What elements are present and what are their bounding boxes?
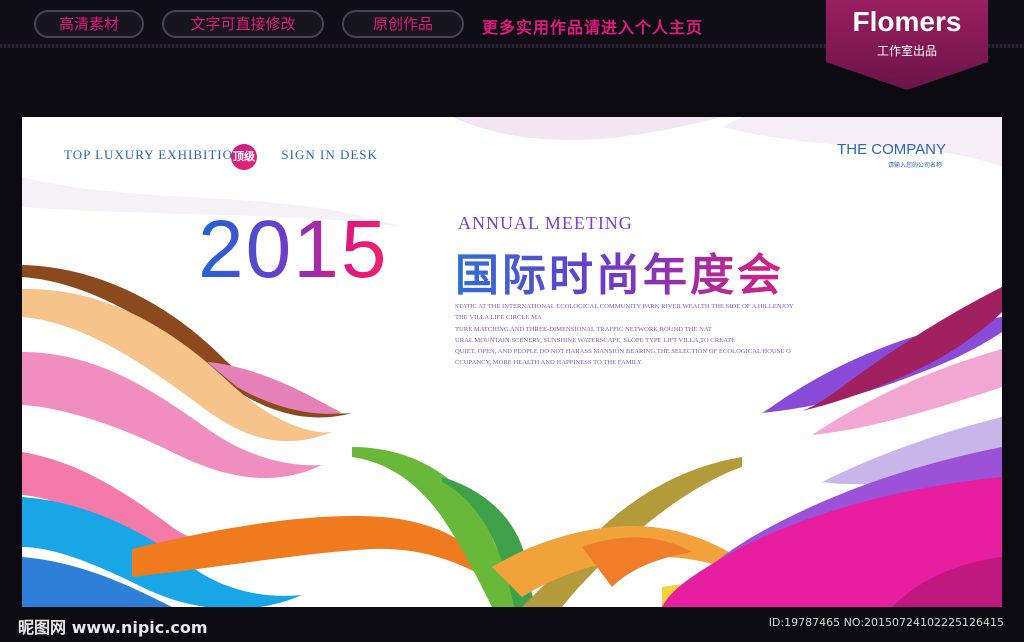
body-line: THE VILLA LIFE CIRCLE MA <box>455 314 542 322</box>
faint-wave-top <box>452 117 722 141</box>
body-paragraph: STATIC AT THE INTERNATIONAL ECOLOGICAL C… <box>455 301 835 369</box>
company-name: THE COMPANY <box>837 141 946 158</box>
body-line: TURE MATCHING AND THREE-DIMENSIONAL TRAF… <box>455 325 712 333</box>
pill-hd-material[interactable]: 高清素材 <box>34 10 144 38</box>
watermark-id: ID:19787465 NO:20150724102225126415 <box>768 616 1004 629</box>
pill-original-work[interactable]: 原创作品 <box>342 10 464 38</box>
company-subtitle: 请输入您的公司名称 <box>887 162 942 169</box>
poster: TOP LUXURY EXHIBITION SIGN IN DESK 顶级 THE… <box>22 117 1002 607</box>
watermark-site: 昵图网 www.nipic.com <box>18 618 208 637</box>
tagline-left: TOP LUXURY EXHIBITION <box>64 147 244 162</box>
pill-editable-text[interactable]: 文字可直接修改 <box>162 10 324 38</box>
tagline: TOP LUXURY EXHIBITION SIGN IN DESK <box>64 147 378 163</box>
annual-meeting-label: ANNUAL MEETING <box>458 213 633 233</box>
ribbon-amber-dark <box>582 537 692 587</box>
body-line: CCUPANCY, MORE HEALTH AND HAPPINESS TO T… <box>455 359 643 367</box>
body-line: STATIC AT THE INTERNATIONAL ECOLOGICAL C… <box>455 303 794 310</box>
year-heading: 2015 <box>198 204 389 295</box>
studio-subtitle: 工作室出品 <box>876 44 937 58</box>
poster-title: 国际时尚年度会 <box>455 239 784 303</box>
body-line: URAL MOUNTAIN SCENERY, SUNSHINE WATERSCA… <box>455 336 736 344</box>
body-line: QUIET, OPEN, AND PEOPLE DO NOT HARASS MA… <box>455 348 791 356</box>
studio-brand: Flomers <box>852 6 962 37</box>
top-badge: 顶级 <box>231 144 257 170</box>
promo-link[interactable]: 更多实用作品请进入个人主页 <box>482 14 703 38</box>
studio-badge: Flomers 工作室出品 <box>826 0 988 90</box>
tagline-right: SIGN IN DESK <box>281 147 378 162</box>
